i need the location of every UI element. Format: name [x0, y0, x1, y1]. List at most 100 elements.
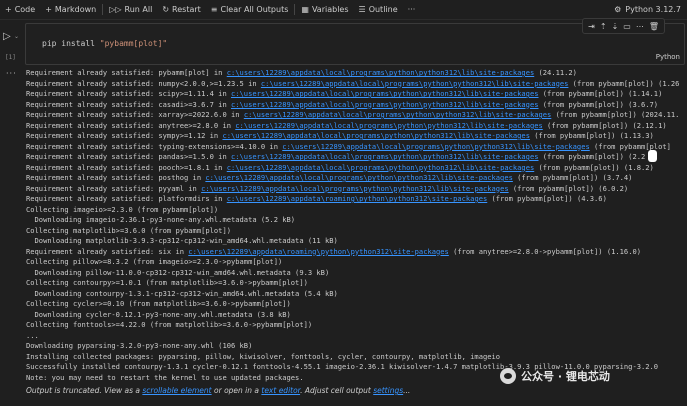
output-text: Requirement already satisfied: platformd…	[26, 194, 227, 203]
site-packages-path-link[interactable]: c:\users\12289\appdata\roaming\python\py…	[188, 247, 449, 256]
add-markdown-label: Markdown	[54, 5, 97, 14]
output-text: Requirement already satisfied: typing-ex…	[26, 141, 283, 151]
output-text: (from anytree>=2.8.0->pybamm[plot]) (1.1…	[448, 246, 642, 256]
kernel-picker[interactable]: ⚙ Python 3.12.7	[614, 0, 681, 19]
site-packages-path-link[interactable]: c:\users\12289\appdata\local\programs\py…	[261, 79, 569, 88]
output-text: (from pybamm[plot]) (1.13.3)	[529, 131, 654, 140]
split-cell-icon[interactable]: ▭	[623, 22, 631, 31]
output-text: ...	[26, 330, 39, 340]
more-actions-button[interactable]: ···	[403, 5, 421, 14]
output-text: Downloading cycler-0.12.1-py3-none-any.w…	[26, 309, 291, 319]
clear-icon: ≡	[210, 5, 218, 14]
python-kernel-icon: ⚙	[614, 5, 622, 14]
variables-icon: ▦	[301, 5, 309, 14]
run-below-icon[interactable]: ⇣	[612, 22, 619, 31]
site-packages-path-link[interactable]: c:\users\12289\appdata\roaming\python\py…	[227, 194, 488, 203]
toolbar-divider	[102, 4, 104, 15]
output-text: (24.11.2)	[534, 68, 577, 77]
site-packages-path-link[interactable]: c:\users\12289\appdata\local\programs\py…	[201, 184, 509, 193]
output-text: (from pybamm[plot]) (1.26	[568, 78, 680, 88]
output-line: Requirement already satisfied: sympy>=1.…	[26, 131, 686, 142]
output-text: Collecting fonttools>=4.22.0 (from matpl…	[26, 320, 313, 329]
output-text: Requirement already satisfied: casadi>=3…	[26, 99, 231, 109]
settings-link[interactable]: settings	[373, 386, 403, 395]
output-line: Requirement already satisfied: numpy<2.0…	[26, 79, 686, 90]
output-text: (from pybamm[plot]) (3.7.4)	[512, 173, 633, 182]
chevron-down-icon[interactable]: ⌄	[14, 33, 19, 40]
footer-text: ...	[403, 386, 411, 395]
output-text: (from pybamm[plot]) (2.12.1)	[542, 120, 667, 130]
site-packages-path-link[interactable]: c:\users\12289\appdata\local\programs\py…	[222, 131, 530, 140]
watermark-text: 公众号 · 锂电芯动	[521, 370, 610, 383]
output-line: Requirement already satisfied: posthog i…	[26, 173, 686, 184]
clear-all-outputs-button[interactable]: ≡ Clear All Outputs	[206, 0, 294, 19]
output-text: Downloading matplotlib-3.9.3-cp312-cp312…	[26, 236, 338, 245]
output-line: Requirement already satisfied: platformd…	[26, 194, 686, 205]
site-packages-path-link[interactable]: c:\users\12289\appdata\local\programs\py…	[231, 152, 539, 161]
output-text: (from pybamm[plot]) (1.8.2)	[534, 162, 654, 172]
run-all-label: Run All	[124, 5, 153, 14]
output-text: Requirement already satisfied: pyyaml in	[26, 183, 202, 193]
output-text: (from pybamm[plot]) (3.6.7)	[538, 99, 659, 109]
run-all-button[interactable]: ▷▷ Run All	[104, 0, 157, 19]
site-packages-path-link[interactable]: c:\users\12289\appdata\local\programs\py…	[231, 100, 539, 109]
plus-icon: +	[45, 5, 52, 14]
scrollable-element-link[interactable]: scrollable element	[142, 386, 211, 395]
output-line: Downloading pyparsing-3.2.0-py3-none-any…	[26, 341, 686, 352]
output-text: Installing collected packages: pyparsing…	[26, 351, 501, 361]
site-packages-path-link[interactable]: c:\users\12289\appdata\local\programs\py…	[282, 142, 590, 151]
site-packages-path-link[interactable]: c:\users\12289\appdata\local\programs\py…	[227, 68, 535, 77]
add-markdown-button[interactable]: + Markdown	[40, 0, 101, 19]
outline-label: Outline	[368, 5, 398, 14]
wechat-logo-icon	[500, 368, 516, 384]
text-editor-link[interactable]: text editor	[261, 386, 300, 395]
output-line: Requirement already satisfied: pyyaml in…	[26, 184, 686, 195]
output-line: Collecting imageio>=2.3.0 (from pybamm[p…	[26, 205, 686, 216]
output-text: Requirement already satisfied: sympy>=1.…	[26, 131, 223, 140]
site-packages-path-link[interactable]: c:\users\12289\appdata\local\programs\py…	[244, 110, 552, 119]
output-text: (from pybamm[plot]	[589, 141, 671, 151]
add-code-button[interactable]: + Code	[0, 0, 40, 19]
run-above-icon[interactable]: ⇡	[600, 22, 607, 31]
output-actions-button[interactable]: ···	[6, 69, 17, 78]
site-packages-path-link[interactable]: c:\users\12289\appdata\local\programs\py…	[235, 121, 543, 130]
output-line: Downloading pillow-11.0.0-cp312-cp312-wi…	[26, 268, 686, 279]
run-by-line-icon[interactable]: ⇥	[588, 22, 595, 31]
output-text: (from pybamm[plot]) (1.14.1)	[538, 89, 663, 98]
output-line: Requirement already satisfied: xarray>=2…	[26, 110, 686, 121]
site-packages-path-link[interactable]: c:\users\12289\appdata\local\programs\py…	[227, 163, 535, 172]
output-line: Collecting matplotlib>=3.6.0 (from pybam…	[26, 226, 686, 237]
restart-button[interactable]: ↻ Restart	[157, 0, 205, 19]
site-packages-path-link[interactable]: c:\users\12289\appdata\local\programs\py…	[231, 89, 539, 98]
more-icon[interactable]: ⋯	[636, 22, 644, 31]
cell-output: Requirement already satisfied: pybamm[pl…	[26, 68, 686, 406]
clear-all-outputs-label: Clear All Outputs	[220, 5, 289, 14]
output-line: ...	[26, 331, 686, 342]
output-truncated-footer: Output is truncated. View as a scrollabl…	[26, 386, 410, 395]
output-text: Downloading contourpy-1.3.1-cp312-cp312-…	[26, 288, 338, 298]
mouse-cursor-icon	[648, 150, 657, 162]
output-text: Requirement already satisfied: pybamm[pl…	[26, 68, 227, 77]
output-text: Requirement already satisfied: scipy>=1.…	[26, 89, 231, 98]
variables-button[interactable]: ▦ Variables	[296, 0, 353, 19]
output-text: Downloading imageio-2.36.1-py3-none-any.…	[26, 215, 296, 224]
output-line: Collecting pillow>=8.3.2 (from imageio>=…	[26, 257, 686, 268]
output-line: Requirement already satisfied: pybamm[pl…	[26, 68, 686, 79]
site-packages-path-link[interactable]: c:\users\12289\appdata\local\programs\py…	[205, 173, 513, 182]
output-line: Collecting fonttools>=4.22.0 (from matpl…	[26, 320, 686, 331]
add-code-label: Code	[14, 5, 36, 14]
output-line: Requirement already satisfied: pandas>=1…	[26, 152, 686, 163]
output-text: Downloading pyparsing-3.2.0-py3-none-any…	[26, 341, 253, 350]
output-text: Collecting contourpy>=1.0.1 (from matplo…	[26, 278, 308, 287]
code-string: "pybamm[plot]"	[99, 39, 168, 48]
run-all-icon: ▷▷	[109, 5, 122, 14]
restart-label: Restart	[172, 5, 201, 14]
cell-language-label[interactable]: Python	[656, 53, 680, 61]
output-text: Downloading pillow-11.0.0-cp312-cp312-wi…	[26, 267, 330, 277]
outline-button[interactable]: ☰ Outline	[354, 0, 403, 19]
output-line: Downloading matplotlib-3.9.3-cp312-cp312…	[26, 236, 686, 247]
delete-icon[interactable]: 🗑	[649, 22, 659, 31]
output-text: (from pybamm[plot]) (6.0.2)	[508, 183, 629, 193]
plus-icon: +	[5, 5, 12, 14]
output-text: Collecting pillow>=8.3.2 (from imageio>=…	[26, 257, 283, 266]
